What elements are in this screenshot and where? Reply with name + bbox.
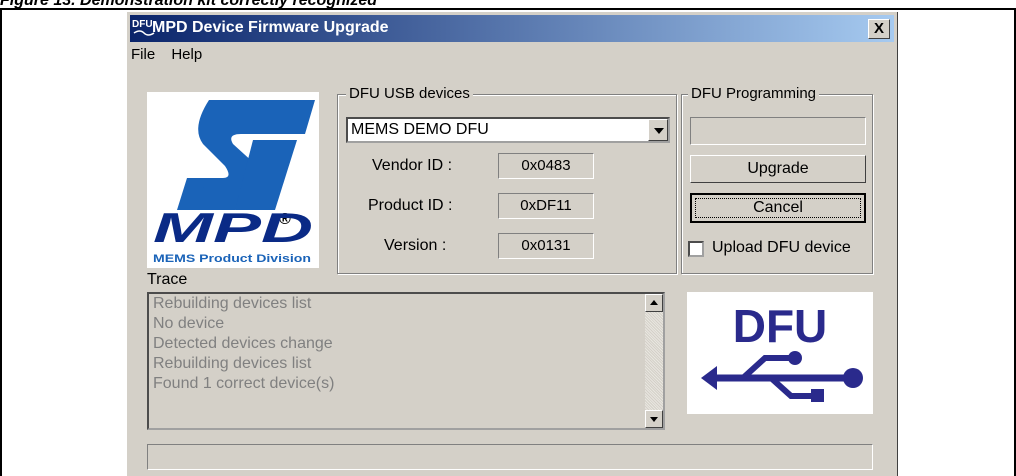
st-mpd-logo: ST ® MPD MEMS Product Division (147, 92, 319, 268)
usb-devices-label: DFU USB devices (346, 85, 473, 102)
trace-line: Rebuilding devices list (153, 295, 312, 312)
dfu-usb-logo: DFU (687, 292, 873, 414)
upload-dfu-label[interactable]: Upload DFU device (712, 239, 851, 257)
upgrade-button-label: Upgrade (747, 160, 809, 177)
menu-bar: File Help (131, 46, 214, 66)
division-text: MEMS Product Division (153, 253, 311, 265)
trace-line: No device (153, 315, 225, 332)
trace-label: Trace (147, 271, 188, 288)
usb-devices-group: DFU USB devices MEMS DEMO DFU Vendor ID … (337, 85, 677, 274)
scroll-down-icon[interactable] (645, 410, 663, 428)
trace-line: Rebuilding devices list (153, 355, 312, 372)
dfu-window: DFU MPD Device Firmware Upgrade X File H… (126, 12, 898, 476)
programming-status-field (690, 117, 866, 145)
close-button[interactable]: X (868, 19, 890, 39)
device-select[interactable]: MEMS DEMO DFU (346, 117, 670, 143)
title-bar[interactable]: DFU MPD Device Firmware Upgrade X (130, 15, 894, 42)
cancel-button-label: Cancel (753, 199, 803, 216)
menu-help[interactable]: Help (171, 46, 202, 63)
upgrade-button[interactable]: Upgrade (690, 155, 866, 183)
trace-line: Found 1 correct device(s) (153, 375, 335, 392)
version-label: Version : (384, 237, 447, 254)
version-value: 0x0131 (498, 233, 594, 259)
vendor-id-value: 0x0483 (498, 153, 594, 179)
device-select-value: MEMS DEMO DFU (351, 121, 489, 138)
scroll-up-icon[interactable] (645, 294, 663, 312)
window-title: MPD Device Firmware Upgrade (152, 19, 389, 36)
upload-dfu-checkbox[interactable] (688, 241, 704, 257)
vendor-id-label: Vendor ID : (372, 157, 453, 174)
trace-list[interactable]: Rebuilding devices list No device Detect… (147, 292, 665, 430)
app-icon-text: DFU (132, 19, 153, 30)
mpd-text: MPD (153, 204, 313, 251)
dfu-programming-group: DFU Programming Upgrade Cancel Upload DF… (681, 85, 873, 274)
trace-scrollbar[interactable] (645, 294, 663, 428)
trace-line: Detected devices change (153, 335, 333, 352)
menu-file[interactable]: File (131, 46, 155, 63)
usb-icon (701, 351, 863, 402)
dfu-programming-label: DFU Programming (688, 85, 820, 102)
cancel-button[interactable]: Cancel (690, 193, 866, 223)
product-id-value: 0xDF11 (498, 193, 594, 219)
chevron-down-icon[interactable] (648, 119, 668, 141)
product-id-label: Product ID : (368, 197, 453, 214)
dfu-logo-text: DFU (733, 300, 828, 352)
upgrade-progress-bar (147, 444, 873, 470)
